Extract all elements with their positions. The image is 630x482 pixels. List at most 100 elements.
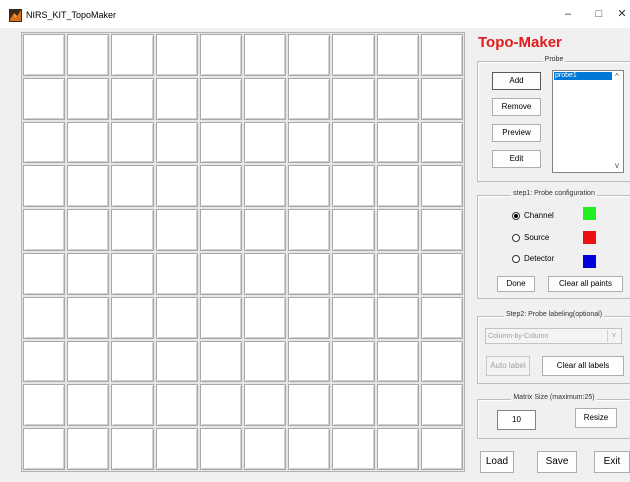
- grid-cell[interactable]: [23, 252, 66, 295]
- grid-cell[interactable]: [155, 428, 198, 470]
- grid-cell[interactable]: [199, 121, 242, 164]
- resize-button[interactable]: Resize: [575, 408, 617, 428]
- grid-cell[interactable]: [199, 296, 242, 339]
- channel-color-swatch[interactable]: [583, 207, 596, 220]
- grid-cell[interactable]: [376, 34, 419, 76]
- grid-cell[interactable]: [332, 428, 375, 470]
- grid-cell[interactable]: [244, 165, 287, 208]
- grid-cell[interactable]: [376, 252, 419, 295]
- save-button[interactable]: Save: [537, 451, 577, 473]
- grid-cell[interactable]: [376, 384, 419, 427]
- grid-cell[interactable]: [199, 340, 242, 383]
- grid-cell[interactable]: [111, 252, 154, 295]
- grid-cell[interactable]: [244, 121, 287, 164]
- grid-cell[interactable]: [332, 340, 375, 383]
- grid-cell[interactable]: [244, 340, 287, 383]
- edit-probe-button[interactable]: Edit: [492, 150, 541, 168]
- grid-cell[interactable]: [23, 296, 66, 339]
- channel-radio[interactable]: Channel: [512, 211, 554, 220]
- detector-radio[interactable]: Detector: [512, 254, 554, 263]
- add-probe-button[interactable]: Add: [492, 72, 541, 90]
- grid-cell[interactable]: [244, 296, 287, 339]
- probe-list-item[interactable]: probe1: [554, 72, 612, 80]
- grid-cell[interactable]: [23, 209, 66, 251]
- source-color-swatch[interactable]: [583, 231, 596, 244]
- grid-cell[interactable]: [288, 34, 331, 76]
- grid-cell[interactable]: [420, 34, 463, 76]
- grid-cell[interactable]: [420, 252, 463, 295]
- grid-cell[interactable]: [111, 384, 154, 427]
- matrix-size-input[interactable]: 10: [497, 410, 536, 430]
- clear-all-paints-button[interactable]: Clear all paints: [548, 276, 623, 292]
- grid-cell[interactable]: [332, 296, 375, 339]
- clear-all-labels-button[interactable]: Clear all labels: [542, 356, 624, 376]
- grid-cell[interactable]: [332, 384, 375, 427]
- grid-cell[interactable]: [376, 121, 419, 164]
- close-button[interactable]: ✕: [610, 6, 630, 22]
- minimize-button[interactable]: –: [556, 6, 580, 22]
- grid-cell[interactable]: [420, 209, 463, 251]
- scroll-down-icon[interactable]: v: [612, 161, 622, 171]
- grid-cell[interactable]: [67, 428, 110, 470]
- grid-cell[interactable]: [420, 77, 463, 120]
- grid-cell[interactable]: [288, 384, 331, 427]
- exit-button[interactable]: Exit: [594, 451, 630, 473]
- grid-cell[interactable]: [420, 165, 463, 208]
- grid-cell[interactable]: [23, 340, 66, 383]
- grid-cell[interactable]: [67, 209, 110, 251]
- grid-cell[interactable]: [23, 384, 66, 427]
- grid-cell[interactable]: [199, 34, 242, 76]
- grid-cell[interactable]: [111, 296, 154, 339]
- grid-cell[interactable]: [332, 252, 375, 295]
- grid-cell[interactable]: [23, 34, 66, 76]
- grid-cell[interactable]: [244, 209, 287, 251]
- grid-cell[interactable]: [244, 252, 287, 295]
- grid-cell[interactable]: [332, 34, 375, 76]
- detector-color-swatch[interactable]: [583, 255, 596, 268]
- grid-cell[interactable]: [332, 165, 375, 208]
- grid-cell[interactable]: [155, 296, 198, 339]
- grid-cell[interactable]: [376, 340, 419, 383]
- grid-cell[interactable]: [376, 209, 419, 251]
- grid-cell[interactable]: [155, 34, 198, 76]
- grid-cell[interactable]: [288, 340, 331, 383]
- done-button[interactable]: Done: [497, 276, 535, 292]
- grid-cell[interactable]: [155, 121, 198, 164]
- grid-cell[interactable]: [244, 428, 287, 470]
- grid-cell[interactable]: [376, 428, 419, 470]
- grid-cell[interactable]: [111, 340, 154, 383]
- grid-cell[interactable]: [199, 209, 242, 251]
- grid-cell[interactable]: [332, 121, 375, 164]
- grid-cell[interactable]: [155, 77, 198, 120]
- remove-probe-button[interactable]: Remove: [492, 98, 541, 116]
- grid-cell[interactable]: [199, 165, 242, 208]
- grid-cell[interactable]: [155, 165, 198, 208]
- grid-cell[interactable]: [420, 428, 463, 470]
- grid-cell[interactable]: [67, 165, 110, 208]
- grid-cell[interactable]: [420, 384, 463, 427]
- grid-cell[interactable]: [288, 296, 331, 339]
- grid-cell[interactable]: [155, 340, 198, 383]
- grid-cell[interactable]: [376, 296, 419, 339]
- grid-cell[interactable]: [199, 252, 242, 295]
- grid-cell[interactable]: [111, 165, 154, 208]
- scroll-up-icon[interactable]: ^: [612, 72, 622, 82]
- grid-cell[interactable]: [420, 340, 463, 383]
- preview-probe-button[interactable]: Preview: [492, 124, 541, 142]
- grid-cell[interactable]: [288, 252, 331, 295]
- grid-cell[interactable]: [111, 428, 154, 470]
- grid-cell[interactable]: [67, 77, 110, 120]
- source-radio[interactable]: Source: [512, 233, 549, 242]
- grid-cell[interactable]: [332, 209, 375, 251]
- grid-cell[interactable]: [23, 428, 66, 470]
- grid-cell[interactable]: [155, 252, 198, 295]
- grid-cell[interactable]: [288, 121, 331, 164]
- grid-cell[interactable]: [111, 77, 154, 120]
- grid-cell[interactable]: [376, 77, 419, 120]
- grid-cell[interactable]: [288, 428, 331, 470]
- grid-cell[interactable]: [288, 165, 331, 208]
- load-button[interactable]: Load: [480, 451, 514, 473]
- grid-cell[interactable]: [111, 209, 154, 251]
- grid-cell[interactable]: [199, 77, 242, 120]
- grid-cell[interactable]: [67, 340, 110, 383]
